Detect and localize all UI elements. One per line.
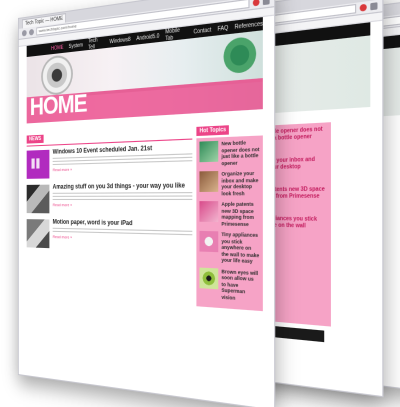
extension-icon[interactable] [359,3,367,12]
back-icon[interactable] [21,29,27,37]
nav-item[interactable]: References [235,20,263,30]
gadget-photo[interactable] [26,184,50,214]
hot-topic-item[interactable]: Apple patents new 3D space mapping from … [199,201,259,227]
hot-topics-column: Hot Topics New bottle opener does not ju… [196,114,263,312]
hot-topic-item[interactable]: New bottle opener does not just like a b… [199,139,260,167]
article-body: Motion paper, word is your iPad Read mor… [52,220,193,254]
hot-topics-heading: Hot Topics [196,125,230,137]
text-line [52,198,193,200]
hot-topic-link[interactable]: Tiny appliances you stick anywhere on th… [221,231,259,265]
article-body: Windows 10 Event scheduled Jan. 21st Rea… [52,144,193,178]
article-item[interactable]: Amazing stuff on you 3d things - your wa… [26,183,193,215]
hot-topics-panel: New bottle opener does not just like a b… [196,135,263,312]
text-line [52,195,193,197]
article-body: Amazing stuff on you 3d things - your wa… [52,183,193,215]
hot-topic-link[interactable]: Brown eyes will soon allow us to have Su… [221,268,259,303]
text-line [52,192,193,194]
hot-topic-link[interactable]: Organize your inbox and make your deskto… [221,170,259,196]
hero-title: HOME [29,89,87,122]
menu-icon[interactable] [262,0,270,6]
hot-topic-item[interactable]: Tiny appliances you stick anywhere on th… [199,230,259,265]
content-columns: NEWS Windows 10 Event scheduled Jan. 21s… [26,114,263,312]
windows-logo-icon[interactable] [26,149,50,179]
stage: New bottle opener does not just like a b… [0,0,400,407]
desk-photo[interactable] [199,171,219,192]
nav-item[interactable]: Windows8 [109,36,130,45]
hot-topic-link[interactable]: Apple patents new 3D space mapping from … [221,201,259,227]
hot-topic-link[interactable]: New bottle opener does not just like a b… [221,139,259,166]
nav-item-home[interactable]: HOME [51,44,64,52]
read-more-link[interactable]: Read more » [53,234,193,243]
news-column: NEWS Windows 10 Event scheduled Jan. 21s… [26,118,193,306]
plant-image [223,35,257,75]
browser-window-front[interactable]: Tech Topic — HOME www.techtopic.com/home… [18,0,276,407]
tablet-photo[interactable] [26,219,50,249]
menu-icon[interactable] [370,2,378,11]
bottle-opener-photo[interactable] [199,140,219,163]
nav-item[interactable]: FAQ [218,24,229,32]
appliance-photo[interactable] [199,230,219,253]
read-more-link[interactable]: Read more » [53,202,193,208]
nav-item[interactable]: Android5.0 [136,33,159,42]
extension-icon[interactable] [252,0,260,7]
article-item[interactable]: Motion paper, word is your iPad Read mor… [26,219,193,254]
nav-item[interactable]: Contact [194,26,212,35]
eye-photo[interactable] [199,266,219,289]
website: HOME System Tech Tell Windows8 Android5.… [19,16,274,312]
hot-topic-item[interactable]: Brown eyes will soon allow us to have Su… [199,266,259,303]
read-more-link[interactable]: Read more » [53,164,193,173]
news-heading: NEWS [26,134,44,144]
hot-topic-item[interactable]: Organize your inbox and make your deskto… [199,170,259,196]
article-title[interactable]: Motion paper, word is your iPad [53,220,193,229]
nav-item[interactable]: System [69,42,83,50]
device-photo[interactable] [199,201,219,223]
article-item[interactable]: Windows 10 Event scheduled Jan. 21st Rea… [26,144,193,179]
article-title[interactable]: Amazing stuff on you 3d things - your wa… [53,183,193,191]
forward-icon[interactable] [29,28,34,36]
